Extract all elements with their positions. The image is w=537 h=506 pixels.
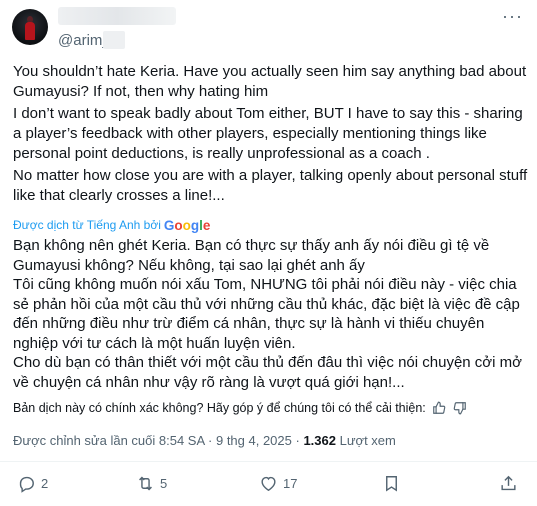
repost-icon — [139, 476, 152, 491]
reply-count: 2 — [41, 476, 49, 491]
translation-feedback: Bản dịch này có chính xác không? Hãy góp… — [13, 400, 468, 416]
thumbs-down-icon[interactable] — [452, 400, 468, 416]
avatar-figure-body — [25, 22, 35, 40]
share-button[interactable] — [499, 474, 518, 493]
like-count: 17 — [283, 476, 298, 491]
heart-icon — [261, 476, 276, 492]
share-icon — [501, 475, 516, 491]
bookmark-icon — [386, 476, 397, 492]
translated-line: Cho dù bạn có thân thiết với một cầu thủ… — [13, 354, 522, 391]
tweet-line: You shouldn’t hate Keria. Have you actua… — [13, 63, 527, 100]
divider — [0, 461, 537, 462]
translated-by-label: Được dịch từ Tiếng Anh bởi — [13, 218, 161, 232]
edited-timestamp[interactable]: Được chỉnh sửa lần cuối 8:54 SA · 9 thg … — [13, 433, 300, 448]
more-dots-icon[interactable]: ··· — [502, 6, 523, 27]
display-name-redacted[interactable] — [58, 7, 176, 25]
reply-button[interactable]: 2 — [17, 474, 48, 493]
views-label: Lượt xem — [339, 433, 396, 448]
repost-count: 5 — [160, 476, 168, 491]
tweet-header: @arim_ ··· — [0, 0, 537, 60]
repost-button[interactable]: 5 — [136, 474, 167, 493]
action-bar: 2 5 17 — [0, 474, 537, 500]
translated-line: Bạn không nên ghét Keria. Bạn có thực sự… — [13, 237, 490, 274]
handle-redacted — [103, 31, 125, 49]
tweet-line: No matter how close you are with a playe… — [13, 167, 528, 204]
tweet-text: You shouldn’t hate Keria. Have you actua… — [13, 62, 528, 208]
google-logo: Google — [163, 218, 211, 233]
translated-text: Bạn không nên ghét Keria. Bạn có thực sự… — [13, 236, 533, 392]
translated-by[interactable]: Được dịch từ Tiếng Anh bởi Google — [13, 217, 210, 233]
translated-line: Tôi cũng không muốn nói xấu Tom, NHƯNG t… — [13, 276, 520, 352]
feedback-prompt: Bản dịch này có chính xác không? Hãy góp… — [13, 401, 426, 415]
bookmark-button[interactable] — [382, 474, 401, 493]
views-count: 1.362 — [303, 433, 336, 448]
like-button[interactable]: 17 — [259, 474, 297, 493]
tweet-meta: Được chỉnh sửa lần cuối 8:54 SA · 9 thg … — [13, 433, 396, 448]
avatar[interactable] — [12, 9, 48, 45]
reply-icon — [19, 476, 34, 493]
tweet-line: I don’t want to speak badly about Tom ei… — [13, 105, 523, 162]
thumbs-up-icon[interactable] — [431, 400, 447, 416]
